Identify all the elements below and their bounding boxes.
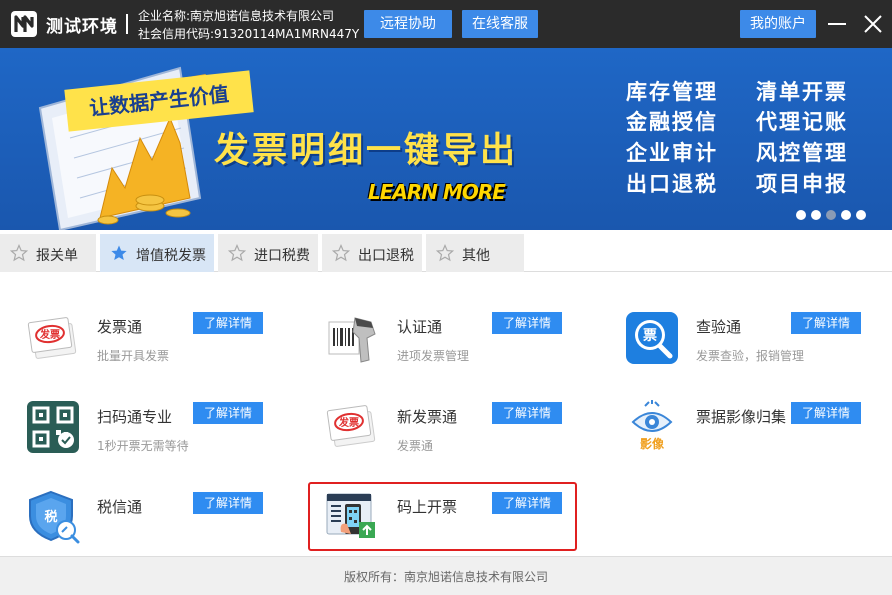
app-name[interactable]: 新发票通: [397, 406, 457, 427]
learn-details-button[interactable]: 了解详情: [193, 492, 263, 514]
app-desc: 进项发票管理: [397, 349, 470, 363]
app-name[interactable]: 票据影像归集: [696, 406, 786, 427]
online-service-button[interactable]: 在线客服: [462, 10, 538, 38]
app-title: 测试环境: [46, 17, 118, 37]
star-outline-icon: [10, 244, 28, 262]
tab-import-tax[interactable]: 进口税费: [218, 234, 318, 272]
icon-text: 影像: [640, 436, 665, 451]
slider-dot[interactable]: [841, 210, 851, 220]
tab-label: 报关单: [36, 248, 78, 264]
feature-bookkeeping: 代理记账: [756, 110, 848, 134]
invoice-stamp-icon[interactable]: 发票: [26, 312, 80, 366]
icon-text: 票: [643, 328, 657, 344]
qr-code-icon[interactable]: [26, 400, 80, 454]
tab-label: 出口退税: [358, 248, 414, 264]
slider-dot[interactable]: [796, 210, 806, 220]
title-divider: [126, 14, 128, 34]
eye-image-icon[interactable]: 影像: [625, 400, 679, 454]
app-desc: 1秒开票无需等待: [97, 439, 189, 453]
title-bar: 测试环境 企业名称:南京旭诺信息技术有限公司 社会信用代码:91320114MA…: [0, 0, 892, 48]
invoice-stamp-icon[interactable]: 发票: [325, 400, 379, 454]
category-tabs: 报关单 增值税发票 进口税费 出口退税 其他: [0, 230, 892, 272]
app-name[interactable]: 发票通: [97, 316, 142, 337]
app-name[interactable]: 认证通: [397, 316, 442, 337]
learn-details-button[interactable]: 了解详情: [791, 402, 861, 424]
learn-details-button[interactable]: 了解详情: [492, 312, 562, 334]
credit-code: 社会信用代码:91320114MA1MRN447Y: [138, 27, 360, 41]
learn-more-link[interactable]: LEARN MORE: [368, 180, 506, 204]
slider-dot[interactable]: [856, 210, 866, 220]
icon-text: 发票: [39, 328, 60, 341]
banner-headline: 发票明细一键导出: [214, 131, 519, 171]
app-name[interactable]: 扫码通专业: [97, 406, 172, 427]
feature-export-rebate: 出口退税: [626, 172, 718, 196]
app-desc: 批量开具发票: [97, 349, 170, 363]
tab-customs-declaration[interactable]: 报关单: [0, 234, 96, 272]
app-desc: 发票查验，报销管理: [696, 349, 805, 363]
remote-assist-button[interactable]: 远程协助: [364, 10, 452, 38]
app-desc: 发票通: [397, 439, 434, 453]
star-outline-icon: [436, 244, 454, 262]
star-outline-icon: [332, 244, 350, 262]
tab-label: 进口税费: [254, 248, 310, 264]
app-logo-icon: [11, 11, 37, 37]
minimize-icon[interactable]: [826, 14, 848, 34]
star-filled-icon: [111, 245, 127, 260]
slider-dot-active[interactable]: [826, 210, 836, 220]
feature-inventory: 库存管理: [626, 80, 718, 104]
tab-other[interactable]: 其他: [426, 234, 524, 272]
highlight-box: [308, 482, 577, 551]
app-name[interactable]: 查验通: [696, 316, 741, 337]
tab-label: 其他: [462, 248, 490, 264]
barcode-scanner-icon[interactable]: [325, 312, 379, 366]
feature-project: 项目申报: [756, 172, 848, 196]
slider-dot[interactable]: [811, 210, 821, 220]
feature-risk: 风控管理: [756, 141, 848, 165]
learn-details-button[interactable]: 了解详情: [791, 312, 861, 334]
learn-details-button[interactable]: 了解详情: [193, 312, 263, 334]
promo-banner[interactable]: 让数据产生价值 发票明细一键导出 LEARN MORE 库存管理 清单开票 金融…: [0, 48, 892, 230]
footer: 版权所有：南京旭诺信息技术有限公司: [0, 556, 892, 595]
copyright-text: 版权所有：南京旭诺信息技术有限公司: [343, 570, 548, 584]
app-name[interactable]: 税信通: [97, 496, 142, 517]
feature-audit: 企业审计: [626, 141, 718, 165]
star-outline-icon: [228, 244, 246, 262]
feature-list-invoicing: 清单开票: [756, 80, 848, 104]
close-icon[interactable]: [862, 13, 884, 35]
company-name: 企业名称:南京旭诺信息技术有限公司: [138, 9, 335, 23]
learn-details-button[interactable]: 了解详情: [492, 402, 562, 424]
my-account-button[interactable]: 我的账户: [740, 10, 816, 38]
tab-label: 增值税发票: [136, 248, 206, 264]
learn-details-button[interactable]: 了解详情: [193, 402, 263, 424]
icon-text: 税: [44, 509, 57, 525]
invoice-magnifier-icon[interactable]: 票: [625, 311, 679, 365]
tax-shield-icon[interactable]: 税: [26, 490, 80, 544]
tab-vat-invoice[interactable]: 增值税发票: [100, 234, 214, 272]
icon-text: 发票: [338, 416, 359, 429]
feature-credit: 金融授信: [626, 110, 718, 134]
tab-export-rebate[interactable]: 出口退税: [322, 234, 422, 272]
